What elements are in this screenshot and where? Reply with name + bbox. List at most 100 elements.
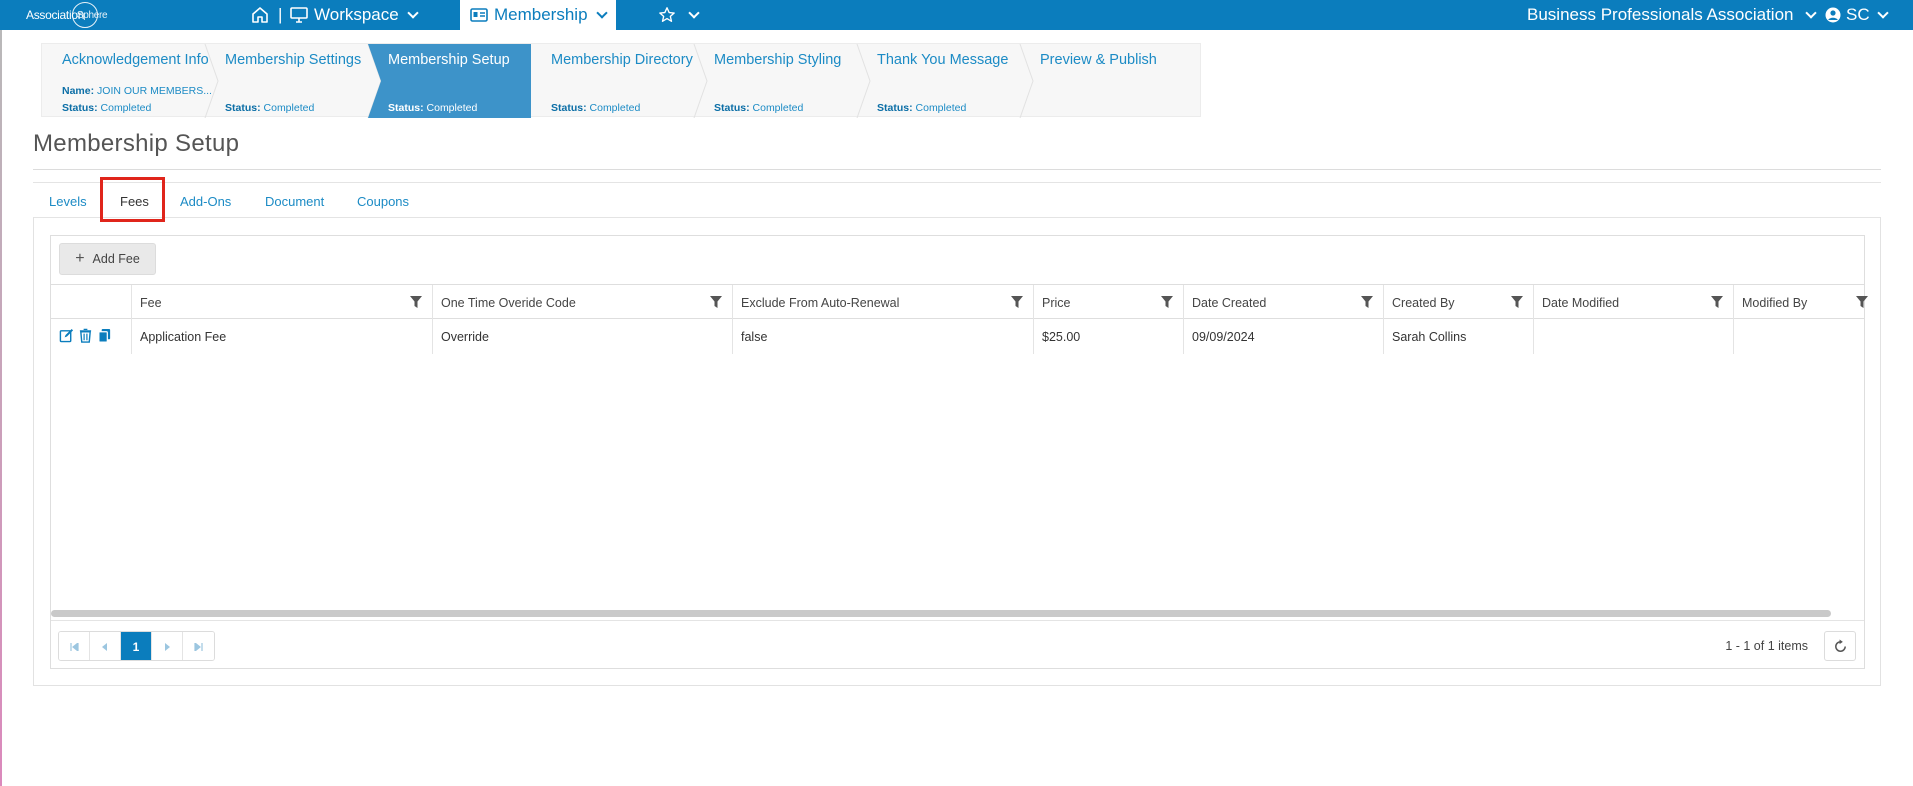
column-header-label: Modified By — [1742, 295, 1808, 310]
next-page-button[interactable] — [152, 632, 183, 660]
column-header-date-created[interactable]: Date Created — [1183, 285, 1383, 320]
membership-label: Membership — [494, 5, 588, 24]
wizard-step-membership-settings[interactable]: Membership Settings Status: Completed — [205, 44, 382, 118]
step-title: Membership Setup — [388, 52, 510, 68]
page-title: Membership Setup — [33, 130, 240, 157]
tab-levels[interactable]: Levels — [49, 183, 87, 219]
step-status: Status: Completed — [388, 102, 477, 114]
step-status: Status: Completed — [877, 102, 966, 114]
tab-coupons[interactable]: Coupons — [357, 183, 409, 219]
column-header-exclude-from-auto-renewal[interactable]: Exclude From Auto-Renewal — [732, 285, 1033, 320]
user-circle-icon — [1825, 7, 1841, 23]
step-status-value: Completed — [100, 102, 152, 114]
filter-icon[interactable] — [1511, 296, 1523, 309]
refresh-icon — [1834, 638, 1846, 652]
first-page-button[interactable] — [59, 632, 90, 660]
step-title: Thank You Message — [877, 52, 1009, 68]
wizard-step-membership-styling[interactable]: Membership Styling Status: Completed — [694, 44, 871, 118]
filter-icon[interactable] — [1361, 296, 1373, 309]
column-header-actions — [51, 285, 131, 320]
title-divider — [33, 169, 1881, 170]
previous-page-button[interactable] — [90, 632, 121, 660]
logo-text-sphere: Sphere — [76, 9, 108, 21]
step-title: Membership Directory — [551, 52, 693, 68]
step-title: Acknowledgement Info — [62, 52, 209, 68]
membership-menu[interactable]: Membership — [460, 0, 616, 30]
workspace-menu[interactable]: Workspace — [290, 0, 419, 30]
workspace-label: Workspace — [314, 5, 399, 24]
column-header-label: Created By — [1392, 295, 1455, 310]
column-header-price[interactable]: Price — [1033, 285, 1183, 320]
wizard-step-preview-publish[interactable]: Preview & Publish — [1020, 44, 1200, 118]
organization-name: Business Professionals Association — [1527, 5, 1794, 24]
wizard-step-acknowledgement-info[interactable]: Acknowledgement Info Name: JOIN OUR MEMB… — [42, 44, 219, 118]
fees-grid: + Add Fee Fee One Time Overide Code Excl… — [50, 235, 1868, 669]
user-menu[interactable]: SC — [1825, 0, 1889, 30]
add-fee-button[interactable]: + Add Fee — [59, 243, 156, 275]
wizard-step-membership-setup[interactable]: Membership Setup Status: Completed — [368, 44, 531, 118]
filter-icon[interactable] — [1711, 296, 1723, 309]
row-action-icons — [59, 328, 112, 343]
refresh-button[interactable] — [1824, 631, 1856, 661]
column-header-fee[interactable]: Fee — [131, 285, 432, 320]
setup-wizard-steps: Acknowledgement Info Name: JOIN OUR MEMB… — [41, 43, 1201, 118]
cell-fee: Application Fee — [131, 319, 432, 354]
column-header-label: Date Created — [1192, 295, 1267, 310]
filter-icon[interactable] — [1161, 296, 1173, 309]
app-logo[interactable]: Association Sphere — [26, 2, 108, 28]
horizontal-scrollbar[interactable] — [51, 610, 1831, 617]
step-status-value: Completed — [589, 102, 641, 114]
cell-override-code: Override — [432, 319, 732, 354]
filter-icon[interactable] — [1011, 296, 1023, 309]
column-header-created-by[interactable]: Created By — [1383, 285, 1533, 320]
column-header-label: One Time Overide Code — [441, 295, 576, 310]
step-name-label: Name: — [62, 85, 95, 97]
column-header-modified-by[interactable]: Modified By — [1733, 285, 1868, 320]
wizard-step-thank-you-message[interactable]: Thank You Message Status: Completed — [857, 44, 1034, 118]
table-row: Application Fee Override false $25.00 09… — [51, 319, 1864, 354]
step-title: Preview & Publish — [1040, 52, 1157, 68]
filter-icon[interactable] — [710, 296, 722, 309]
step-status-label: Status: — [388, 102, 424, 114]
column-header-label: Exclude From Auto-Renewal — [741, 295, 900, 310]
last-page-button[interactable] — [183, 632, 214, 660]
trash-icon[interactable] — [78, 328, 93, 343]
grid-pager: 1 1 - 1 of 1 items — [51, 620, 1864, 668]
grid-header: Fee One Time Overide Code Exclude From A… — [51, 284, 1868, 320]
filter-icon[interactable] — [1856, 296, 1868, 309]
cell-date-modified — [1533, 319, 1733, 354]
row-actions — [51, 319, 131, 354]
step-status: Status: Completed — [551, 102, 640, 114]
filter-icon[interactable] — [410, 296, 422, 309]
setup-tabs: Levels Fees Add-Ons Document Coupons — [33, 182, 1881, 218]
last-page-icon — [194, 643, 203, 651]
logo-globe-icon: Sphere — [72, 2, 108, 28]
step-status: Status: Completed — [62, 102, 151, 114]
organization-menu[interactable]: Business Professionals Association — [1527, 0, 1818, 30]
chevron-down-icon — [595, 6, 608, 19]
favorites-menu[interactable] — [658, 0, 700, 30]
step-title: Membership Settings — [225, 52, 362, 68]
cell-date-created: 09/09/2024 — [1183, 319, 1383, 354]
edit-icon[interactable] — [59, 328, 74, 343]
chevron-down-icon — [1876, 6, 1889, 19]
cell-created-by: Sarah Collins — [1383, 319, 1533, 354]
nav-separator: | — [278, 5, 283, 24]
tab-document[interactable]: Document — [265, 183, 324, 219]
monitor-icon — [290, 7, 308, 23]
column-header-label: Fee — [140, 295, 162, 310]
copy-icon[interactable] — [97, 328, 112, 343]
column-header-one-time-override-code[interactable]: One Time Overide Code — [432, 285, 732, 320]
tab-add-ons[interactable]: Add-Ons — [180, 183, 231, 219]
page-number-button[interactable]: 1 — [121, 632, 152, 660]
column-header-date-modified[interactable]: Date Modified — [1533, 285, 1733, 320]
column-header-label: Date Modified — [1542, 295, 1620, 310]
star-icon — [659, 7, 675, 22]
column-header-label: Price — [1042, 295, 1071, 310]
first-page-icon — [69, 643, 79, 651]
items-count-info: 1 - 1 of 1 items — [1725, 639, 1808, 653]
step-status: Status: Completed — [714, 102, 803, 114]
home-icon[interactable] — [250, 5, 270, 25]
cell-price: $25.00 — [1033, 319, 1183, 354]
wizard-step-membership-directory[interactable]: Membership Directory Status: Completed — [531, 44, 708, 118]
